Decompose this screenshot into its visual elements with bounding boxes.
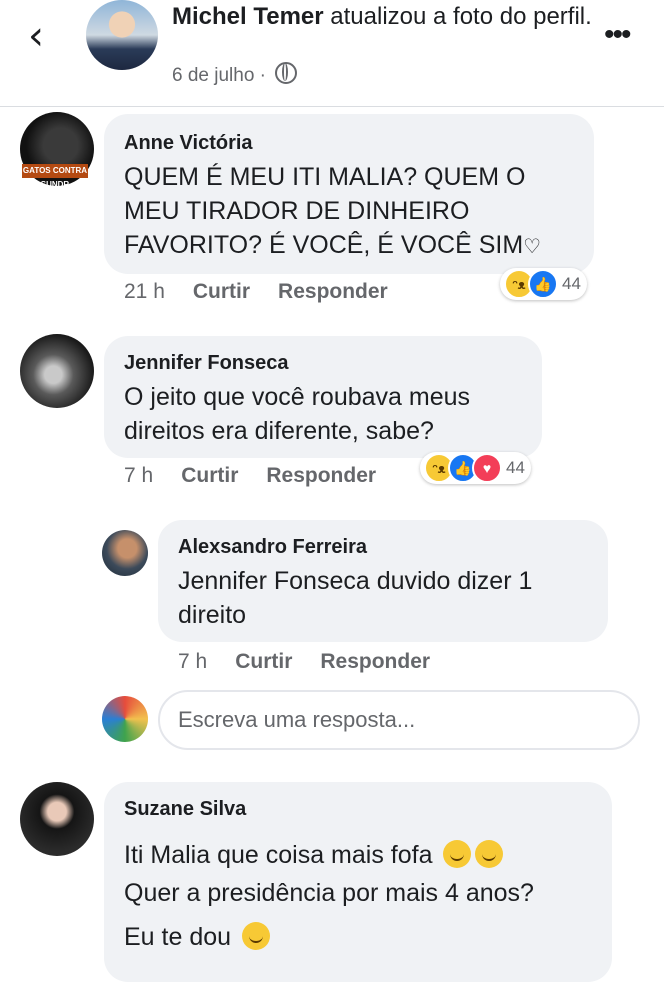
comment-time: 7 h — [178, 650, 208, 673]
author-name[interactable]: Michel Temer — [172, 3, 324, 30]
comment-time: 7 h — [124, 464, 154, 487]
reply-input[interactable]: Escreva uma resposta... — [158, 690, 640, 750]
comment-author[interactable]: Alexsandro Ferreira — [178, 536, 367, 559]
globe-icon — [275, 62, 298, 84]
comment-text-line2: Quer a presidência por mais 4 anos? — [124, 879, 534, 907]
avatar-tag: GATOS CONTRA SUNDR — [22, 164, 88, 189]
comment-time: 21 h — [124, 280, 165, 303]
comment-text: QUEM É MEU ITI MALIA? QUEM O MEU TIRADOR… — [124, 160, 584, 264]
comment-meta: 7 h Curtir Responder — [178, 650, 430, 674]
reaction-count: 44 — [562, 274, 581, 293]
smile-emoji-icon — [475, 840, 504, 868]
reaction-summary[interactable]: ᵔᴥ 👍 44 — [500, 268, 587, 300]
smile-emoji-icon — [241, 922, 270, 950]
comment-line3-text: Eu te dou — [124, 923, 232, 951]
chevron-left-icon[interactable]: ‹ — [28, 16, 44, 56]
comment-author[interactable]: Jennifer Fonseca — [124, 352, 289, 375]
comment-meta: 7 h Curtir Responder — [124, 464, 376, 488]
avatar-jennifer[interactable] — [20, 334, 94, 408]
heart-outline-icon: ♡ — [523, 236, 542, 258]
avatar-suzane[interactable] — [20, 782, 94, 856]
love-icon: ♥ — [472, 453, 502, 483]
like-button[interactable]: Curtir — [181, 464, 238, 487]
post-date-text: 6 de julho · — [172, 65, 272, 86]
like-icon: 👍 — [528, 269, 558, 299]
reply-button[interactable]: Responder — [320, 650, 430, 673]
current-user-avatar — [102, 696, 148, 742]
comment-text: O jeito que você roubava meus direitos e… — [124, 383, 471, 445]
like-button[interactable]: Curtir — [235, 650, 292, 673]
reply-button[interactable]: Responder — [278, 280, 388, 303]
comment-author[interactable]: Anne Victória — [124, 132, 253, 155]
smile-emoji-icon — [443, 840, 472, 868]
comment-meta: 21 h Curtir Responder — [124, 280, 388, 304]
comment-text-content: QUEM É MEU ITI MALIA? QUEM O MEU TIRADOR… — [124, 163, 526, 259]
comment-author[interactable]: Suzane Silva — [124, 798, 246, 821]
comment-text-line3: Eu te dou — [124, 920, 270, 954]
post-date: 6 de julho · — [172, 62, 298, 87]
post-action: atualizou a foto do perfil. — [323, 3, 592, 30]
author-avatar[interactable] — [86, 0, 158, 70]
comment-text: Jennifer Fonseca duvido dizer 1 direito — [178, 567, 533, 629]
comment-text-line1: Iti Malia que coisa mais fofa — [124, 838, 504, 872]
comment-line1-text: Iti Malia que coisa mais fofa — [124, 841, 433, 869]
reaction-summary[interactable]: ᵔᴥ 👍 ♥ 44 — [420, 452, 531, 484]
more-dots-icon[interactable]: ••• — [604, 18, 631, 52]
reaction-count: 44 — [506, 458, 525, 477]
post-title: Michel Temer atualizou a foto do perfil. — [172, 2, 592, 32]
reply-button[interactable]: Responder — [266, 464, 376, 487]
like-button[interactable]: Curtir — [193, 280, 250, 303]
avatar-anne[interactable]: GATOS CONTRA SUNDR — [20, 112, 94, 189]
avatar-alexsandro[interactable] — [102, 530, 148, 576]
